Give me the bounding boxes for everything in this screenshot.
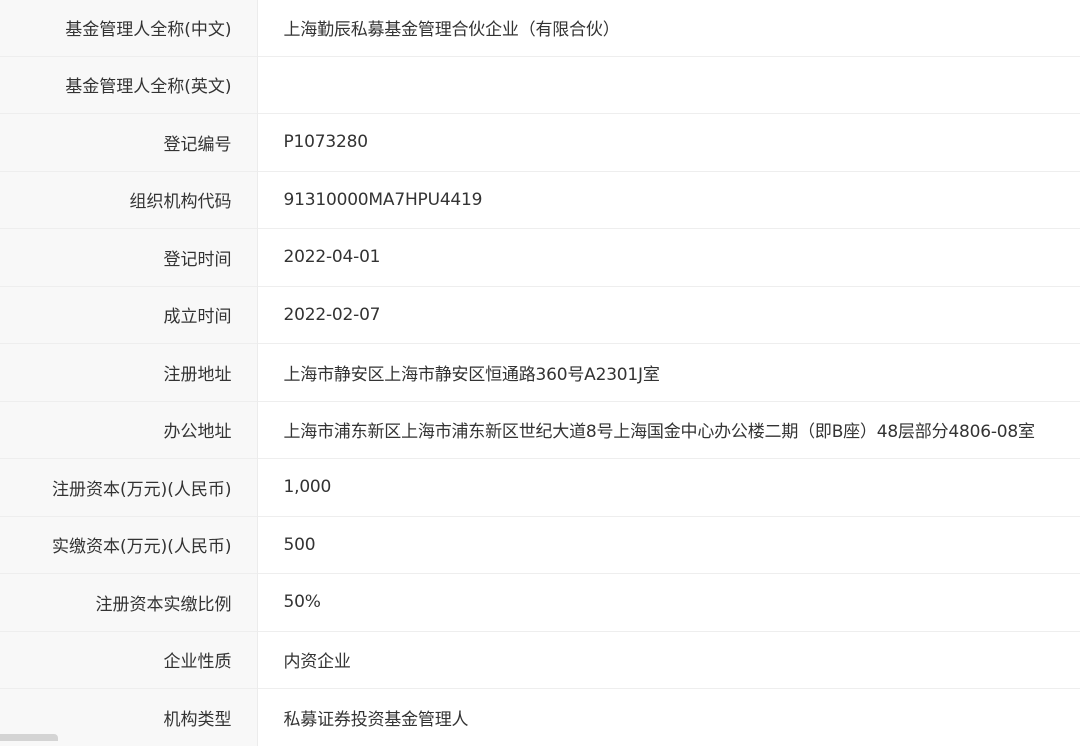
label-paid-in-ratio: 注册资本实缴比例 <box>0 574 257 632</box>
fund-manager-info-table: 基金管理人全称(中文) 上海勤辰私募基金管理合伙企业（有限合伙） 基金管理人全称… <box>0 0 1080 746</box>
value-organization-code: 91310000MA7HPU4419 <box>257 171 1080 229</box>
value-name-cn: 上海勤辰私募基金管理合伙企业（有限合伙） <box>257 0 1080 56</box>
value-registered-address: 上海市静安区上海市静安区恒通路360号A2301J室 <box>257 344 1080 402</box>
row-registration-number: 登记编号 P1073280 <box>0 114 1080 172</box>
label-registered-capital: 注册资本(万元)(人民币) <box>0 459 257 517</box>
value-registered-capital: 1,000 <box>257 459 1080 517</box>
value-registration-number: P1073280 <box>257 114 1080 172</box>
value-office-address: 上海市浦东新区上海市浦东新区世纪大道8号上海国金中心办公楼二期（即B座）48层部… <box>257 401 1080 459</box>
row-paid-in-capital: 实缴资本(万元)(人民币) 500 <box>0 516 1080 574</box>
value-enterprise-nature: 内资企业 <box>257 631 1080 689</box>
label-name-en: 基金管理人全称(英文) <box>0 56 257 114</box>
row-paid-in-ratio: 注册资本实缴比例 50% <box>0 574 1080 632</box>
value-registration-date: 2022-04-01 <box>257 229 1080 287</box>
row-enterprise-nature: 企业性质 内资企业 <box>0 631 1080 689</box>
label-name-cn: 基金管理人全称(中文) <box>0 0 257 56</box>
row-institution-type: 机构类型 私募证券投资基金管理人 <box>0 689 1080 746</box>
value-establishment-date: 2022-02-07 <box>257 286 1080 344</box>
label-organization-code: 组织机构代码 <box>0 171 257 229</box>
row-establishment-date: 成立时间 2022-02-07 <box>0 286 1080 344</box>
label-paid-in-capital: 实缴资本(万元)(人民币) <box>0 516 257 574</box>
row-registered-address: 注册地址 上海市静安区上海市静安区恒通路360号A2301J室 <box>0 344 1080 402</box>
row-registered-capital: 注册资本(万元)(人民币) 1,000 <box>0 459 1080 517</box>
label-office-address: 办公地址 <box>0 401 257 459</box>
value-paid-in-capital: 500 <box>257 516 1080 574</box>
row-registration-date: 登记时间 2022-04-01 <box>0 229 1080 287</box>
value-paid-in-ratio: 50% <box>257 574 1080 632</box>
row-name-cn: 基金管理人全称(中文) 上海勤辰私募基金管理合伙企业（有限合伙） <box>0 0 1080 56</box>
label-registered-address: 注册地址 <box>0 344 257 402</box>
label-enterprise-nature: 企业性质 <box>0 631 257 689</box>
row-organization-code: 组织机构代码 91310000MA7HPU4419 <box>0 171 1080 229</box>
row-office-address: 办公地址 上海市浦东新区上海市浦东新区世纪大道8号上海国金中心办公楼二期（即B座… <box>0 401 1080 459</box>
row-name-en: 基金管理人全称(英文) <box>0 56 1080 114</box>
value-name-en <box>257 56 1080 114</box>
label-registration-date: 登记时间 <box>0 229 257 287</box>
value-institution-type: 私募证券投资基金管理人 <box>257 689 1080 746</box>
label-establishment-date: 成立时间 <box>0 286 257 344</box>
horizontal-scrollbar-thumb[interactable] <box>0 734 58 741</box>
label-registration-number: 登记编号 <box>0 114 257 172</box>
